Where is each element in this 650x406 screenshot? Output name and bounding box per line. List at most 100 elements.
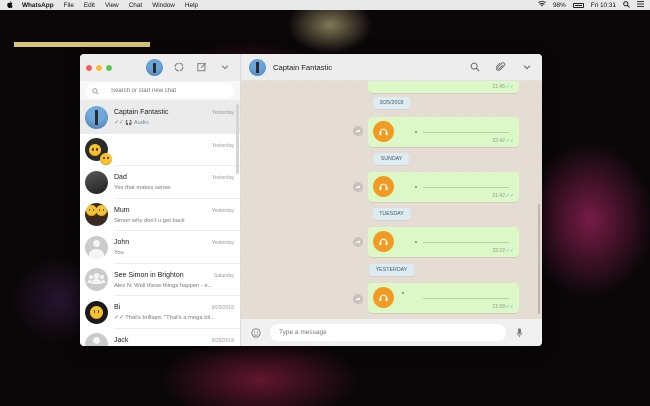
search-messages-icon[interactable] <box>470 62 480 72</box>
contact-avatar[interactable] <box>249 58 266 76</box>
menu-chat[interactable]: Chat <box>129 2 143 9</box>
chat-name: John <box>114 239 130 246</box>
new-chat-icon[interactable] <box>197 62 207 72</box>
playback-track[interactable] <box>423 242 509 243</box>
close-window-button[interactable] <box>86 64 92 71</box>
playback-track[interactable] <box>423 298 509 299</box>
message-list: 21:45 ✓✓ 9/25/2018 22:42 ✓✓ SUNDAY 21:42… <box>241 63 542 319</box>
menu-clock[interactable]: Fri 10:31 <box>591 2 616 9</box>
contact-name[interactable]: Captain Fantastic <box>273 63 332 72</box>
message-time: 21:58 <box>492 304 505 310</box>
my-profile-avatar[interactable] <box>146 59 163 76</box>
playback-knob[interactable] <box>415 186 417 188</box>
read-receipt-icon: ✓✓ <box>505 248 514 254</box>
contact-avatar <box>85 105 108 129</box>
wallpaper-stripe <box>14 42 150 47</box>
whatsapp-window: Captain Fantastic Yesterday ✓✓ 🎧 Audio Y… <box>80 54 542 346</box>
emoji-face-icon <box>90 305 103 319</box>
conversation-header: Captain Fantastic <box>241 54 542 81</box>
read-receipt-icon: ✓✓ <box>505 304 514 310</box>
minimize-window-button[interactable] <box>96 64 102 71</box>
menu-chevron-down-icon[interactable] <box>220 62 230 72</box>
read-receipt-icon: ✓✓ <box>505 84 514 90</box>
chat-time: Yesterday <box>211 142 234 149</box>
forward-icon[interactable] <box>353 182 363 192</box>
message-time: 21:42 <box>492 193 505 199</box>
playback-track[interactable] <box>423 187 509 188</box>
battery-icon[interactable] <box>572 2 584 8</box>
audio-message[interactable]: 21:42 ✓✓ <box>368 172 519 202</box>
play-icon[interactable] <box>373 176 394 197</box>
search-icon <box>92 82 99 100</box>
chat-item-bi[interactable]: Bi 9/29/2018 ✓✓ That's brilliant. "That'… <box>80 296 240 329</box>
group-avatar-icon <box>85 268 108 292</box>
chat-item-mum[interactable]: Mum Yesterday Simon why don't u get back <box>80 199 240 231</box>
zoom-window-button[interactable] <box>106 64 112 71</box>
play-icon[interactable] <box>373 121 394 142</box>
chat-item-unnamed[interactable]: Yesterday <box>80 134 240 166</box>
wifi-icon[interactable] <box>537 1 546 9</box>
forward-icon[interactable] <box>353 126 363 136</box>
menu-app-name[interactable]: WhatsApp <box>22 2 54 9</box>
date-divider: 9/25/2018 <box>372 97 411 109</box>
menu-help[interactable]: Help <box>185 2 198 9</box>
apple-icon[interactable] <box>7 0 15 10</box>
search-input[interactable] <box>111 87 221 94</box>
chat-preview: Alex N: Well these things happen - e... <box>114 282 213 289</box>
chat-item-captain-fantastic[interactable]: Captain Fantastic Yesterday ✓✓ 🎧 Audio <box>80 101 240 134</box>
message-composer <box>241 319 542 346</box>
chat-time: 9/29/2018 <box>211 305 234 311</box>
chat-preview: You <box>114 250 124 256</box>
chat-preview: ✓✓ That's brilliant. "That's a mega bli.… <box>114 315 215 321</box>
attach-icon[interactable] <box>496 62 506 72</box>
emoji-icon[interactable] <box>251 327 261 338</box>
menu-file[interactable]: File <box>64 2 74 9</box>
spotlight-icon[interactable] <box>623 0 630 10</box>
chat-item-jack[interactable]: Jack 9/29/2018 <box>80 329 240 346</box>
playback-knob[interactable] <box>402 292 404 294</box>
sidebar-header <box>80 54 240 81</box>
forward-icon[interactable] <box>353 237 363 247</box>
contact-avatar <box>85 203 108 227</box>
chat-item-john[interactable]: John Yesterday You <box>80 231 240 264</box>
message-time: 21:45 <box>492 84 505 90</box>
play-icon[interactable] <box>373 287 394 308</box>
audio-message[interactable]: 22:42 ✓✓ <box>368 117 519 147</box>
date-divider: YESTERDAY <box>368 264 415 276</box>
play-icon[interactable] <box>373 231 394 252</box>
playback-track[interactable] <box>423 132 509 133</box>
chat-item-see-simon-in-brighton[interactable]: See Simon in Brighton Saturday Alex N: W… <box>80 264 240 296</box>
menu-window[interactable]: Window <box>152 2 175 9</box>
mic-icon[interactable] <box>516 327 523 338</box>
chat-preview: Simon why don't u get back <box>114 217 185 224</box>
menu-edit[interactable]: Edit <box>84 2 95 9</box>
audio-message[interactable]: 21:58 ✓✓ <box>368 283 519 313</box>
emoji-face-icon <box>96 205 107 217</box>
chat-item-dad[interactable]: Dad Yesterday Yes that makes sense. <box>80 166 240 199</box>
forward-icon[interactable] <box>353 294 363 304</box>
chat-time: Yesterday <box>211 175 234 181</box>
chat-name: Bi <box>114 304 121 311</box>
read-receipt-icon: ✓✓ <box>505 138 514 144</box>
contact-avatar <box>85 170 108 194</box>
chat-list-scrollbar[interactable] <box>236 104 239 174</box>
search-field[interactable] <box>86 83 234 98</box>
emoji-face-icon <box>89 144 101 157</box>
playback-knob[interactable] <box>415 131 417 133</box>
search-bar <box>80 81 240 101</box>
menu-view[interactable]: View <box>105 2 119 9</box>
notification-center-icon[interactable] <box>637 1 644 9</box>
chat-preview: Yes that makes sense. <box>114 185 173 191</box>
message-input[interactable] <box>270 324 506 341</box>
window-controls <box>86 64 112 71</box>
audio-message[interactable]: 22:22 ✓✓ <box>368 227 519 257</box>
chat-menu-chevron-down-icon[interactable] <box>522 62 532 72</box>
playback-knob[interactable] <box>415 241 417 243</box>
status-icon[interactable] <box>174 62 184 72</box>
chat-time: 9/29/2018 <box>211 337 234 344</box>
sidebar: Captain Fantastic Yesterday ✓✓ 🎧 Audio Y… <box>80 54 241 346</box>
chat-preview: ✓✓ 🎧 Audio <box>114 120 149 126</box>
chat-name: Mum <box>114 206 130 214</box>
contact-avatar <box>85 300 108 324</box>
chat-name: Jack <box>114 336 129 344</box>
